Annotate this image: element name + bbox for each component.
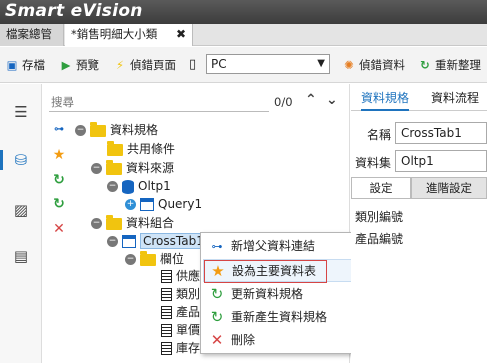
- field-icon: [161, 270, 172, 283]
- lightning-icon: ⚡: [115, 58, 125, 72]
- play-icon: ▶: [61, 58, 71, 72]
- tree-node-field[interactable]: 供應: [161, 267, 200, 285]
- regenerate-icon: ↻: [210, 308, 224, 326]
- properties-panel: 資料規格 資料流程 名稱 CrossTab1 資料集 Oltp1 設定 進階設定…: [351, 84, 487, 363]
- delete-icon[interactable]: ✕: [51, 221, 67, 237]
- folder-icon: [107, 140, 123, 156]
- chevron-down-icon: ▼: [317, 58, 325, 69]
- close-icon[interactable]: ✖: [176, 24, 186, 45]
- tree-node-field[interactable]: 庫存: [161, 339, 200, 357]
- hierarchy-icon[interactable]: ⊶: [51, 124, 67, 135]
- tree-node-query1[interactable]: + Query1: [125, 195, 202, 213]
- tab-data-flow[interactable]: 資料流程: [431, 89, 479, 106]
- category-code-label: 類別編號: [355, 210, 404, 224]
- toolbar: ▣ 存檔 ▶ 預覽 ⚡ 偵錯頁面 ▯ PC ▼ ✺ 偵錯資料 ↻ 重新整理: [0, 47, 487, 83]
- tree-node-field[interactable]: 單價: [161, 321, 200, 339]
- star-icon[interactable]: ★: [51, 147, 67, 163]
- refresh-icon[interactable]: ↻: [51, 172, 67, 188]
- collapse-icon[interactable]: −: [75, 125, 86, 136]
- device-select[interactable]: PC ▼: [206, 54, 330, 74]
- tab-label: *銷售明細大小類: [71, 27, 158, 41]
- menu-icon[interactable]: ☰: [11, 102, 31, 122]
- tab-data-spec[interactable]: 資料規格: [361, 89, 410, 111]
- refresh-icon: ↻: [420, 58, 430, 72]
- chevron-down-icon[interactable]: ⌄: [326, 92, 338, 108]
- regenerate-icon[interactable]: ↻: [51, 196, 67, 212]
- star-icon: ★: [211, 262, 225, 280]
- folder-icon: [106, 159, 122, 175]
- search-input[interactable]: [49, 92, 269, 112]
- dataset-field[interactable]: Oltp1: [395, 150, 487, 172]
- tab-settings[interactable]: 設定: [351, 177, 411, 199]
- tree-node-field[interactable]: 類別: [161, 285, 200, 303]
- tree-node-data-source[interactable]: − 資料來源: [91, 159, 174, 177]
- link-icon: ⊶: [211, 240, 223, 253]
- tree-search-row: 0/0 ⌃ ⌄: [43, 92, 350, 114]
- save-icon: ▣: [6, 58, 18, 72]
- tab-sales-detail[interactable]: *銷售明細大小類 ✖: [65, 24, 193, 46]
- preview-button[interactable]: ▶ 預覽: [59, 56, 99, 74]
- chevron-up-icon[interactable]: ⌃: [305, 92, 317, 108]
- document-tab-bar: 檔案總管 *銷售明細大小類 ✖: [0, 24, 487, 46]
- collapse-icon[interactable]: −: [91, 163, 102, 174]
- refresh-icon: ↻: [210, 285, 224, 303]
- reorganize-button[interactable]: ↻ 重新整理: [418, 56, 481, 74]
- image-icon[interactable]: ▨: [11, 200, 31, 220]
- tree-node-data-spec[interactable]: − 資料規格: [75, 121, 158, 139]
- tree-node-field[interactable]: 產品: [161, 303, 200, 321]
- collapse-icon[interactable]: −: [107, 236, 118, 247]
- field-icon: [161, 324, 172, 337]
- save-button[interactable]: ▣ 存檔: [5, 56, 45, 74]
- field-icon: [161, 306, 172, 319]
- tab-file-explorer[interactable]: 檔案總管: [0, 24, 64, 46]
- properties-tabs: 資料規格 資料流程: [351, 84, 487, 111]
- tree-node-common-cond[interactable]: 共用條件: [107, 140, 175, 158]
- bug-icon: ✺: [344, 58, 354, 72]
- name-label: 名稱: [367, 128, 392, 142]
- tree-node-data-combo[interactable]: − 資料組合: [91, 214, 174, 232]
- device-icon: ▯: [189, 57, 197, 72]
- folder-icon: [106, 214, 122, 230]
- tab-advanced-settings[interactable]: 進階設定: [411, 177, 487, 199]
- folder-icon: [90, 121, 106, 137]
- field-icon: [161, 342, 172, 355]
- dataset-label: 資料集: [355, 156, 392, 170]
- debug-data-button[interactable]: ✺ 偵錯資料: [342, 56, 405, 74]
- expand-icon[interactable]: +: [125, 199, 136, 210]
- left-sidebar: ☰ ⛁ ▨ ▤: [0, 84, 42, 363]
- database-icon[interactable]: ⛁: [0, 150, 31, 170]
- tree-node-oltp1[interactable]: − Oltp1: [107, 177, 171, 195]
- field-icon: [161, 288, 172, 301]
- app-title: Smart eVision: [5, 1, 143, 21]
- search-count: 0/0: [274, 95, 293, 109]
- settings-subtabs: 設定 進階設定: [351, 177, 487, 199]
- folder-icon: [140, 250, 156, 266]
- collapse-icon[interactable]: −: [91, 218, 102, 229]
- name-field[interactable]: CrossTab1: [395, 122, 487, 144]
- query-icon: [140, 198, 154, 211]
- collapse-icon[interactable]: −: [107, 181, 118, 192]
- report-icon[interactable]: ▤: [11, 246, 31, 266]
- product-code-label: 產品編號: [355, 232, 404, 246]
- debug-page-button[interactable]: ⚡ 偵錯頁面: [113, 56, 176, 74]
- delete-icon: ✕: [210, 331, 224, 349]
- app-title-bar: Smart eVision: [0, 0, 487, 24]
- table-icon: [122, 235, 136, 248]
- tree-node-fields[interactable]: − 欄位: [125, 250, 184, 268]
- database-icon: [122, 179, 134, 194]
- collapse-icon[interactable]: −: [125, 254, 136, 265]
- tree-node-crosstab1[interactable]: − CrossTab1: [107, 232, 207, 250]
